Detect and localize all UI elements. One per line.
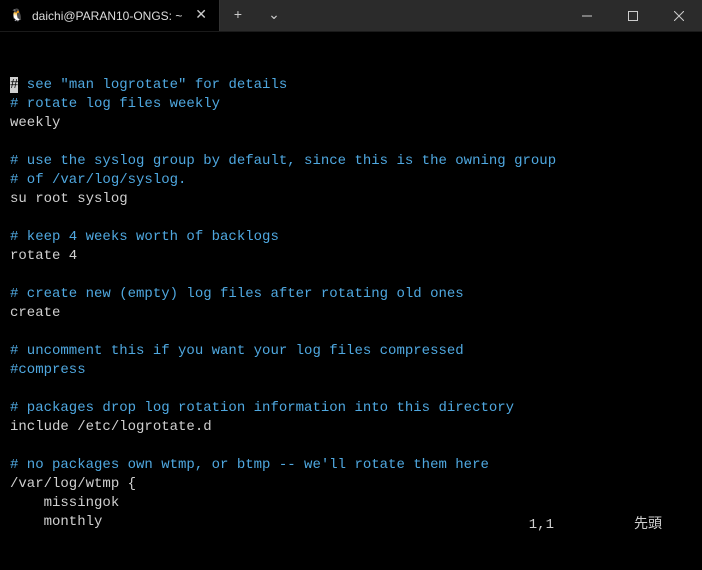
text-cursor: # — [10, 77, 18, 93]
tab-title: daichi@PARAN10-ONGS: ~ — [32, 9, 185, 23]
maximize-icon — [628, 11, 638, 21]
maximize-button[interactable] — [610, 0, 656, 31]
terminal-line — [10, 209, 692, 228]
terminal-line: # use the syslog group by default, since… — [10, 152, 692, 171]
terminal-line: # no packages own wtmp, or btmp -- we'll… — [10, 456, 692, 475]
terminal-line: weekly — [10, 114, 692, 133]
terminal-line: # of /var/log/syslog. — [10, 171, 692, 190]
terminal-line — [10, 380, 692, 399]
titlebar-drag-area[interactable] — [292, 0, 564, 31]
terminal-line: # packages drop log rotation information… — [10, 399, 692, 418]
cursor-position: 1,1 — [529, 516, 554, 535]
terminal-line — [10, 133, 692, 152]
terminal-line: rotate 4 — [10, 247, 692, 266]
close-tab-icon[interactable]: ✕ — [193, 7, 209, 24]
terminal-line — [10, 323, 692, 342]
close-window-button[interactable] — [656, 0, 702, 31]
terminal-line: # keep 4 weeks worth of backlogs — [10, 228, 692, 247]
tux-icon: 🐧 — [10, 9, 24, 23]
file-position-label: 先頭 — [634, 516, 662, 535]
tab-dropdown-button[interactable]: ⌄ — [256, 0, 292, 31]
terminal-line: create — [10, 304, 692, 323]
minimize-icon — [582, 11, 592, 21]
terminal-tab[interactable]: 🐧 daichi@PARAN10-ONGS: ~ ✕ — [0, 0, 220, 31]
terminal-line: # see "man logrotate" for details — [10, 76, 692, 95]
close-icon — [674, 11, 684, 21]
terminal-line: # uncomment this if you want your log fi… — [10, 342, 692, 361]
new-tab-button[interactable]: + — [220, 0, 256, 31]
terminal-line: /var/log/wtmp { — [10, 475, 692, 494]
terminal-content: # see "man logrotate" for details# rotat… — [10, 76, 692, 532]
terminal-viewport[interactable]: # see "man logrotate" for details# rotat… — [0, 32, 702, 539]
terminal-line: # create new (empty) log files after rot… — [10, 285, 692, 304]
editor-status-line: 1,1 先頭 — [0, 516, 702, 535]
terminal-line: #compress — [10, 361, 692, 380]
window-titlebar: 🐧 daichi@PARAN10-ONGS: ~ ✕ + ⌄ — [0, 0, 702, 32]
terminal-line: include /etc/logrotate.d — [10, 418, 692, 437]
terminal-line — [10, 266, 692, 285]
terminal-line: # rotate log files weekly — [10, 95, 692, 114]
terminal-line: missingok — [10, 494, 692, 513]
minimize-button[interactable] — [564, 0, 610, 31]
terminal-line: su root syslog — [10, 190, 692, 209]
terminal-line — [10, 437, 692, 456]
